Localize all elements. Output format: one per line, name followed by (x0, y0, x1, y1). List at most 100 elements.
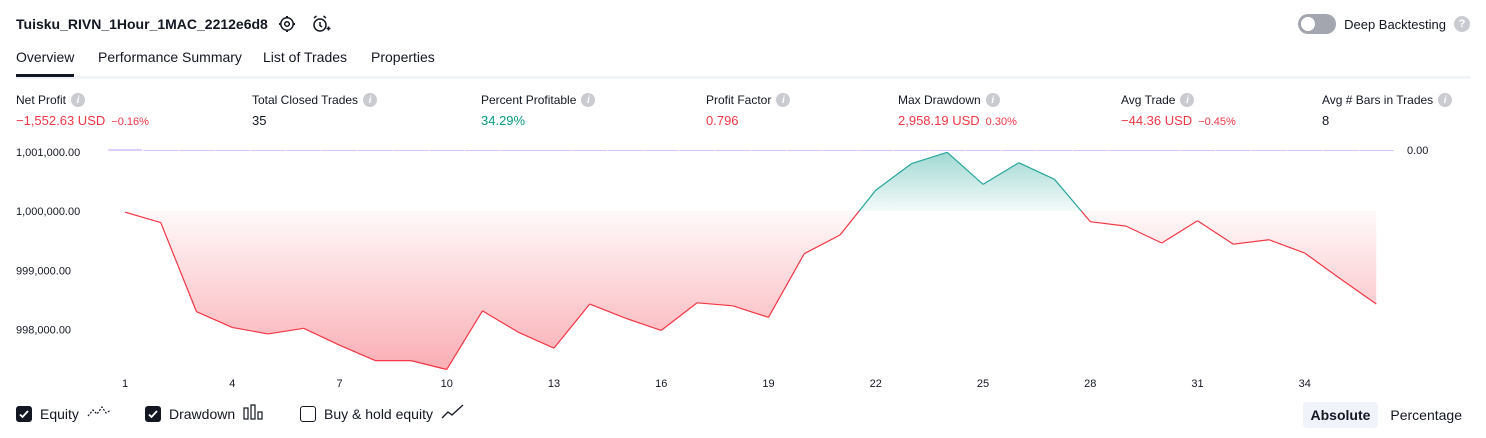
equity-loss-area (125, 211, 1377, 370)
x-axis-tick: 1 (122, 378, 128, 390)
metric-label: Total Closed Trades (252, 93, 359, 107)
right-axis-tick: 0.00 (1407, 145, 1428, 157)
drawdown-bar (179, 150, 214, 151)
checkbox-unchecked-icon[interactable] (300, 405, 316, 422)
drawdown-bar (715, 150, 751, 151)
info-icon[interactable]: i (1180, 93, 1195, 107)
x-axis-tick: 34 (1299, 378, 1311, 390)
buy-hold-checkbox[interactable]: Buy & hold equity (300, 404, 465, 423)
metric-label: Net Profit (16, 93, 67, 107)
metric-label: Avg # Bars in Trades (1322, 93, 1434, 107)
info-icon[interactable]: i (985, 93, 1000, 107)
drawdown-bars-icon (243, 404, 265, 423)
metric-label: Avg Trade (1121, 93, 1176, 107)
drawdown-label: Drawdown (169, 405, 236, 422)
x-axis-tick: 22 (870, 378, 882, 390)
drawdown-checkbox[interactable]: Drawdown (145, 404, 265, 423)
drawdown-bar (894, 150, 929, 151)
drawdown-bar (1358, 150, 1394, 151)
settings-gear-icon[interactable] (276, 13, 298, 35)
percentage-button[interactable]: Percentage (1382, 402, 1470, 428)
drawdown-bar (322, 150, 357, 151)
left-axis-tick: 998,000.00 (16, 325, 71, 337)
drawdown-bar (393, 150, 429, 151)
equity-line-icon (87, 404, 113, 423)
x-axis-tick: 4 (229, 378, 235, 390)
info-icon[interactable]: i (581, 93, 596, 107)
x-trade-axis: 1 4 7 10 13 16 19 22 25 28 31 34 (122, 378, 1311, 390)
deep-backtesting-toggle[interactable] (1298, 14, 1337, 34)
equity-gain-area (859, 152, 1082, 211)
report-tabs: Overview Performance Summary List of Tra… (16, 44, 1470, 79)
info-icon[interactable]: i (1438, 93, 1453, 107)
x-axis-tick: 31 (1191, 378, 1203, 390)
tab-performance-summary[interactable]: Performance Summary (98, 49, 242, 74)
metric-value: 2,958.19 USD (898, 113, 980, 128)
metric-label: Max Drawdown (898, 93, 981, 107)
equity-label: Equity (40, 405, 79, 422)
x-axis-tick: 7 (336, 378, 342, 390)
buy-hold-line-icon (441, 404, 465, 423)
metric-avg-trade: Avg Trade i −44.36 USD −0.45% (1121, 93, 1236, 128)
drawdown-bar (465, 150, 500, 151)
metric-total-closed-trades: Total Closed Trades i 35 (252, 93, 378, 128)
x-axis-tick: 25 (977, 378, 989, 390)
tab-list-of-trades[interactable]: List of Trades (263, 49, 347, 74)
info-icon[interactable]: i (776, 93, 791, 107)
tab-properties[interactable]: Properties (371, 49, 435, 74)
right-drawdown-axis: 0.00-500.00-1,000.00-1,500.00-2,000.00-2… (1407, 145, 1428, 157)
buy-hold-label: Buy & hold equity (324, 405, 433, 422)
left-price-axis: 1,001,000.00 1,000,000.00 999,000.00 998,00… (16, 147, 80, 337)
metric-value: −1,552.63 USD (16, 113, 106, 128)
drawdown-bar (1072, 150, 1108, 151)
checkbox-checked-icon[interactable] (145, 405, 161, 422)
equity-drawdown-chart[interactable]: 1,001,000.00 1,000,000.00 999,000.00 998,00… (0, 140, 1486, 400)
metric-value: 8 (1322, 113, 1330, 128)
tab-overview[interactable]: Overview (16, 49, 75, 77)
drawdown-bar (822, 150, 858, 151)
chart-footer: Equity Drawdown Buy & hold equity Absolu… (16, 402, 1470, 428)
add-alert-clock-icon[interactable] (310, 13, 332, 35)
metric-percent: −0.45% (1198, 116, 1236, 128)
drawdown-bar (1037, 150, 1072, 151)
summary-metrics: Net Profit i −1,552.63 USD −0.16% Total Cl… (16, 93, 1470, 133)
absolute-button[interactable]: Absolute (1302, 402, 1379, 428)
info-icon[interactable]: i (71, 93, 86, 107)
metric-avg-bars-in-trades: Avg # Bars in Trades i 8 (1322, 93, 1453, 128)
metric-value: 0.796 (706, 113, 739, 128)
metric-value: −44.36 USD (1121, 113, 1193, 128)
equity-checkbox[interactable]: Equity (16, 404, 113, 423)
checkbox-checked-icon[interactable] (16, 405, 32, 422)
info-icon[interactable]: i (363, 93, 378, 107)
drawdown-bar (786, 150, 822, 151)
drawdown-bar (1323, 150, 1358, 151)
drawdown-bar (1215, 150, 1251, 151)
metric-label: Profit Factor (706, 93, 772, 107)
drawdown-bar (429, 150, 465, 151)
drawdown-bar (1251, 150, 1287, 151)
left-axis-tick: 999,000.00 (16, 265, 71, 277)
x-axis-tick: 13 (548, 378, 560, 390)
drawdown-bar (214, 150, 250, 151)
metric-percent-profitable: Percent Profitable i 34.29% (481, 93, 596, 128)
drawdown-bar (1287, 150, 1323, 151)
drawdown-bar (1180, 150, 1215, 151)
x-axis-tick: 10 (441, 378, 453, 390)
left-axis-tick: 1,001,000.00 (16, 147, 80, 159)
drawdown-bar (536, 150, 572, 151)
metric-value: 34.29% (481, 113, 526, 128)
drawdown-bars (107, 149, 1394, 151)
metric-profit-factor: Profit Factor i 0.796 (706, 93, 791, 128)
deep-backtesting-label: Deep Backtesting (1344, 16, 1446, 32)
drawdown-bar (929, 150, 965, 151)
drawdown-bar (250, 150, 286, 151)
report-header: Tuisku_RIVN_1Hour_1MAC_2212e6d8 Deep Bac… (16, 12, 1470, 38)
deep-backtesting-control: Deep Backtesting ? (1298, 14, 1470, 34)
metric-value: 35 (252, 113, 267, 128)
equity-area (125, 152, 1377, 370)
drawdown-bar (143, 150, 179, 151)
toggle-knob (1301, 17, 1316, 31)
help-icon[interactable]: ? (1454, 16, 1470, 32)
metric-label: Percent Profitable (481, 93, 577, 107)
x-axis-tick: 19 (762, 378, 774, 390)
